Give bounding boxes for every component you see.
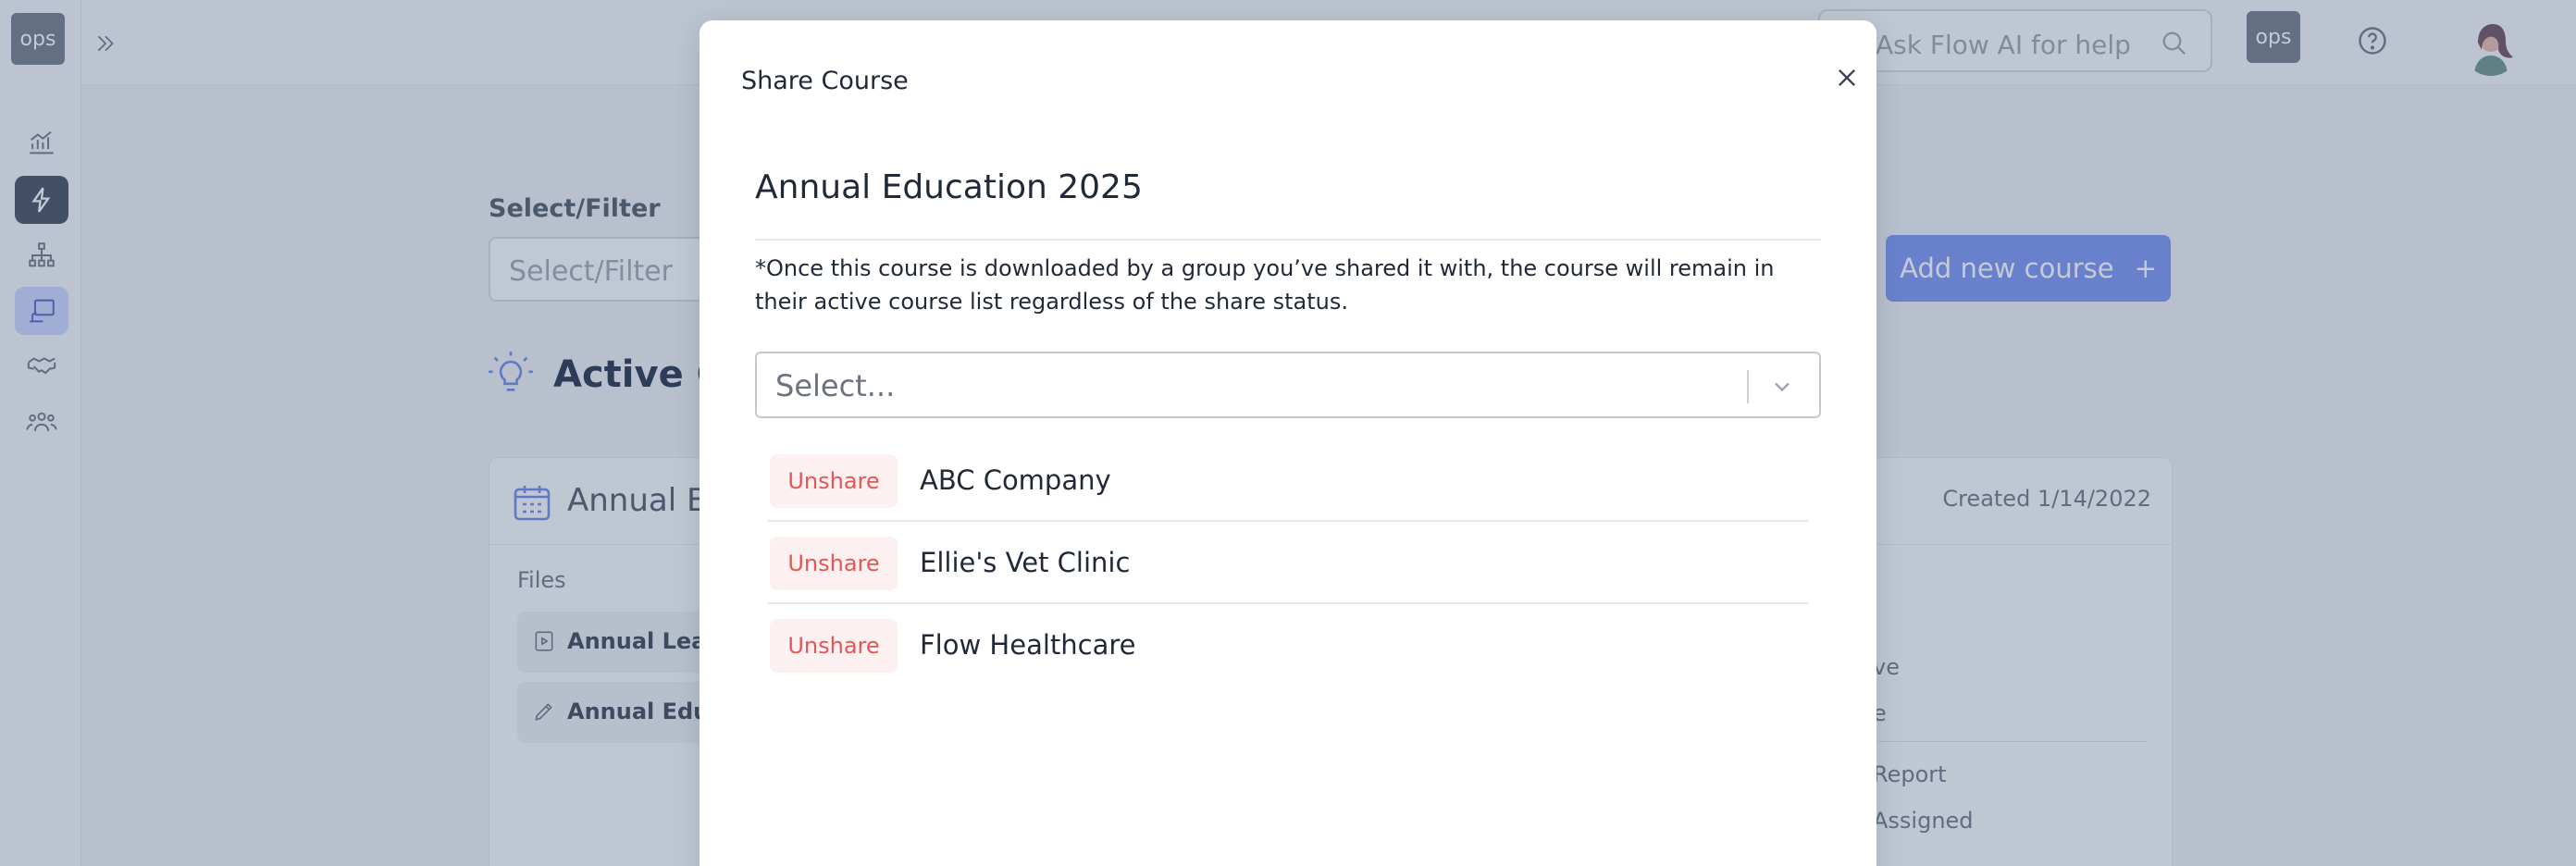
shared-group-row: Unshare ABC Company xyxy=(768,440,1808,522)
close-icon xyxy=(1839,69,1855,86)
course-name: Annual Education 2025 xyxy=(755,168,1143,206)
group-name: Flow Healthcare xyxy=(920,629,1136,661)
select-separator xyxy=(1747,370,1749,403)
unshare-button[interactable]: Unshare xyxy=(770,537,898,590)
close-button[interactable] xyxy=(1827,57,1867,98)
modal-title: Share Course xyxy=(741,67,909,95)
shared-group-row: Unshare Flow Healthcare xyxy=(768,605,1808,687)
group-select-placeholder: Select... xyxy=(775,368,896,403)
divider xyxy=(755,239,1821,241)
chevron-down-icon[interactable] xyxy=(1769,374,1795,400)
share-course-modal: Share Course Annual Education 2025 *Once… xyxy=(700,20,1876,866)
unshare-button[interactable]: Unshare xyxy=(770,619,898,673)
group-select[interactable]: Select... xyxy=(755,352,1821,418)
share-notice: *Once this course is downloaded by a gro… xyxy=(755,255,1775,315)
group-name: Ellie's Vet Clinic xyxy=(920,547,1131,578)
unshare-button[interactable]: Unshare xyxy=(770,454,898,508)
group-name: ABC Company xyxy=(920,464,1111,496)
shared-group-row: Unshare Ellie's Vet Clinic xyxy=(768,523,1808,604)
